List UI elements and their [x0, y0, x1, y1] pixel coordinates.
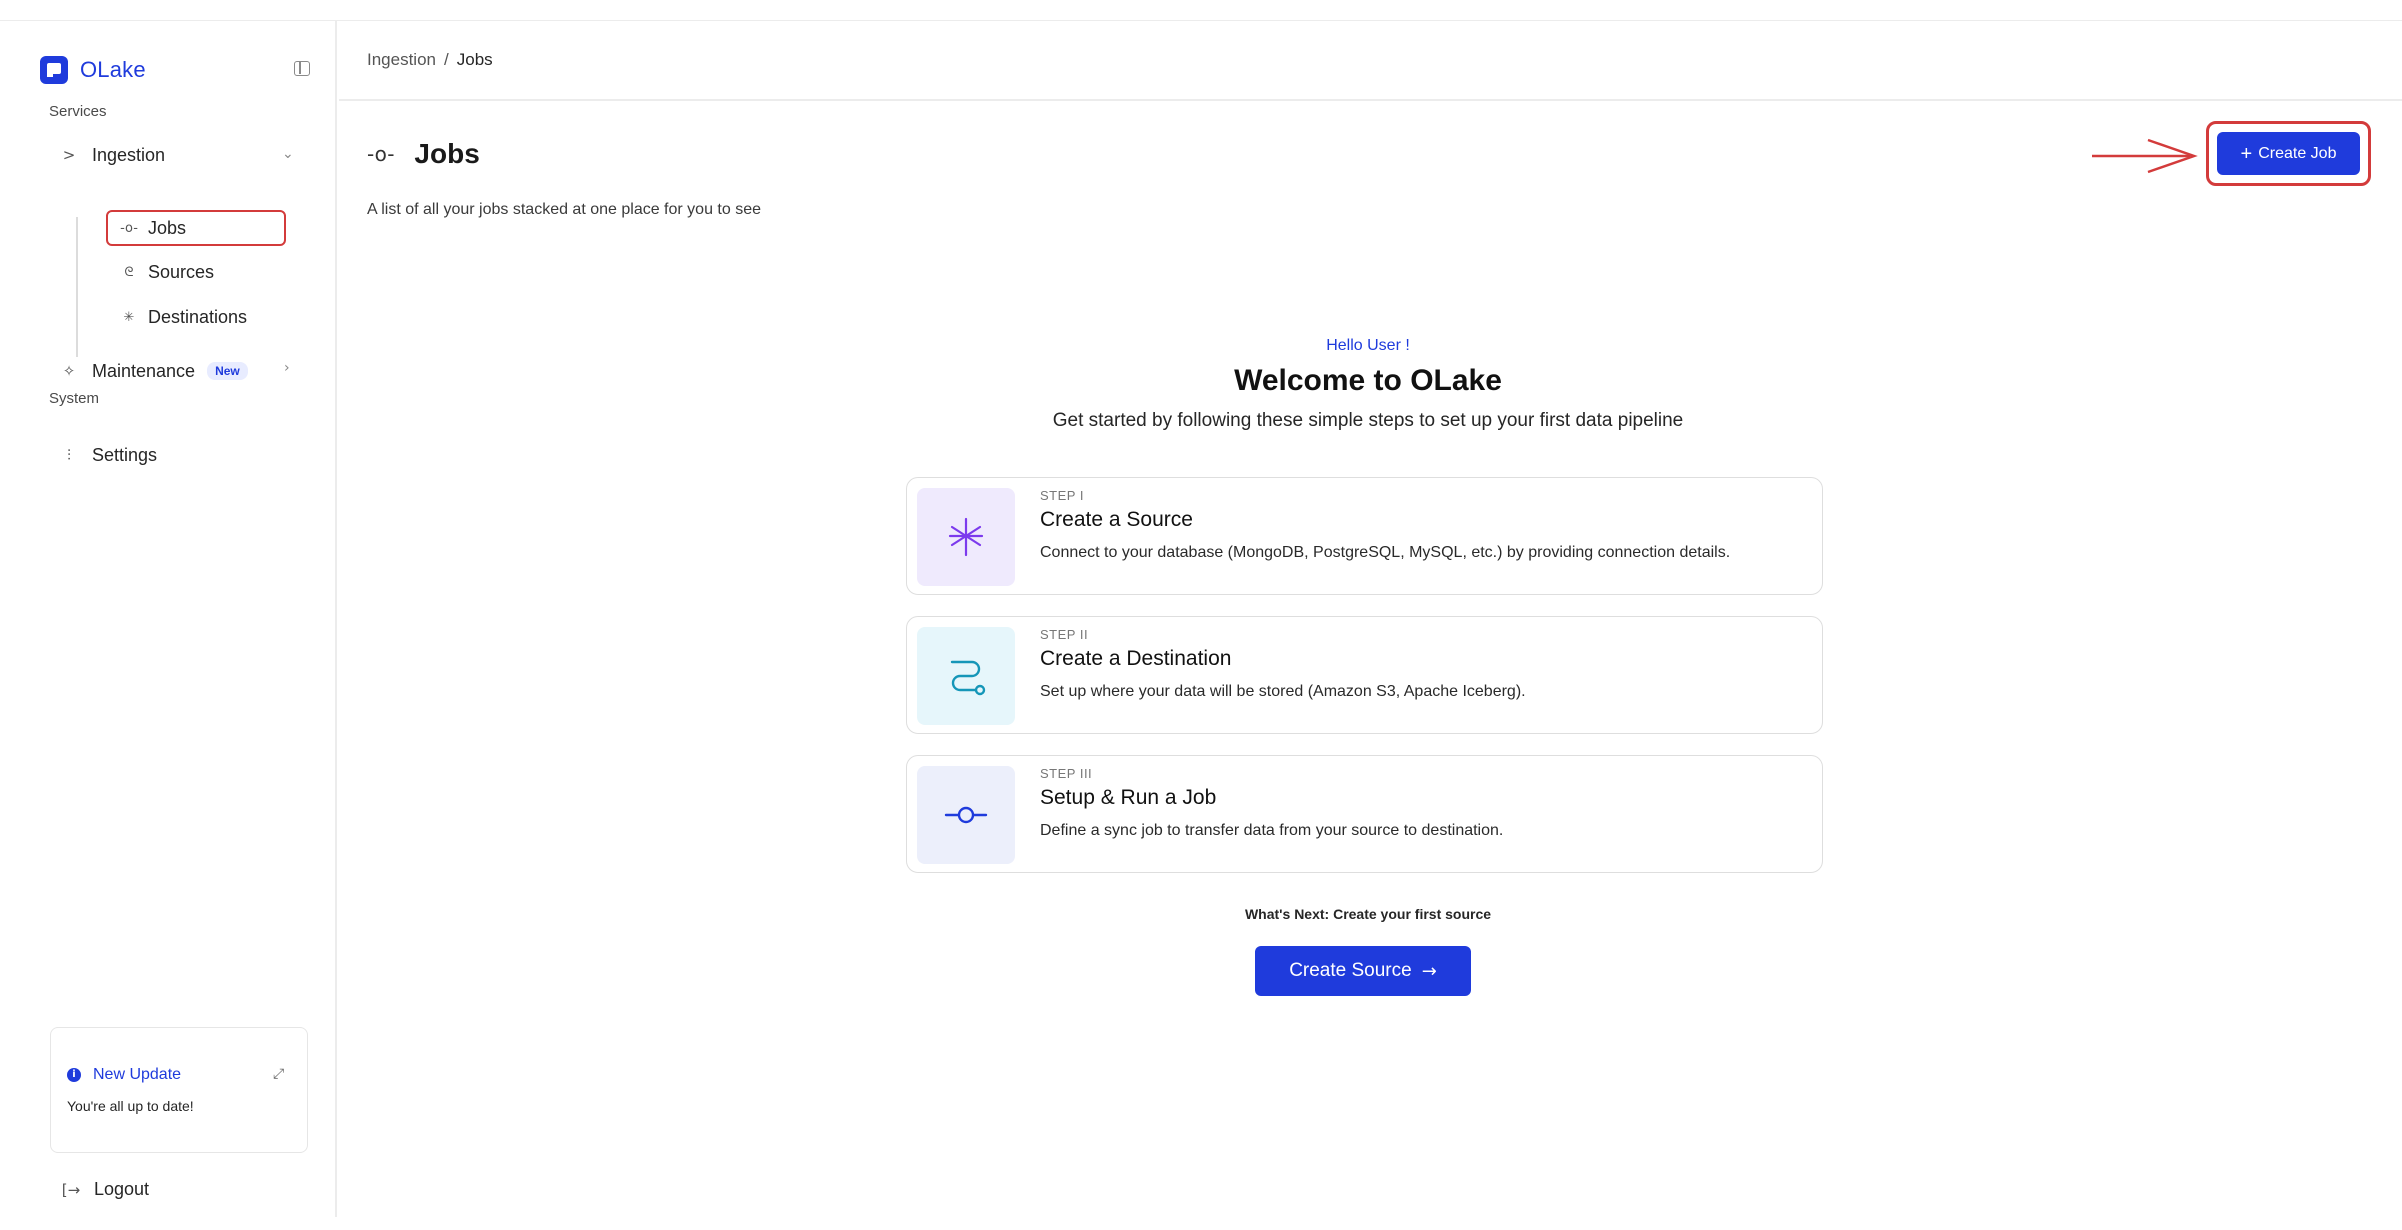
update-title-text: New Update: [93, 1066, 182, 1083]
sidebar-item-sources[interactable]: ᘓ Sources: [120, 254, 214, 290]
annotation-arrow-icon: [2092, 138, 2198, 174]
job-icon: -o-: [120, 220, 138, 236]
sidebar-item-label: Destinations: [148, 306, 248, 327]
step-card-destination[interactable]: STEP II Create a Destination Set up wher…: [906, 616, 1823, 734]
create-source-label: Create Source: [1289, 960, 1412, 981]
step-title: Setup & Run a Job: [1040, 786, 1217, 809]
maintenance-icon: ✧: [62, 362, 76, 380]
step-label: STEP I: [1040, 488, 1084, 503]
breadcrumb: Ingestion / Jobs: [367, 50, 493, 70]
info-icon: i: [67, 1068, 81, 1082]
route-icon: [917, 627, 1015, 725]
step-description: Set up where your data will be stored (A…: [1040, 683, 1526, 700]
destination-icon: ✳: [123, 309, 135, 325]
create-job-highlight: + Create Job: [2206, 121, 2371, 186]
welcome-description: Get started by following these simple st…: [1052, 410, 1684, 431]
next-step-text: What's Next: Create your first source: [1244, 906, 1492, 922]
sidebar-item-label: Jobs: [148, 217, 187, 238]
step-title: Create a Destination: [1040, 647, 1232, 670]
step-label: STEP II: [1040, 627, 1089, 642]
step-card-source[interactable]: STEP I Create a Source Connect to your d…: [906, 477, 1823, 595]
step-description: Define a sync job to transfer data from …: [1040, 822, 1504, 839]
page-title-text: Jobs: [414, 138, 480, 169]
new-badge: New: [207, 362, 248, 380]
update-card: i New Update You're all up to date! ⤢: [50, 1027, 308, 1153]
arrow-right-icon: →: [1421, 960, 1437, 982]
page-title: -o- Jobs: [367, 138, 480, 170]
sidebar-item-ingestion[interactable]: > Ingestion: [58, 139, 165, 171]
step-title: Create a Source: [1040, 508, 1193, 531]
create-job-button[interactable]: + Create Job: [2217, 132, 2360, 175]
breadcrumb-separator: /: [444, 50, 449, 69]
olake-logo-icon: [40, 56, 68, 84]
brand[interactable]: OLake: [40, 55, 146, 85]
subtree-line: [76, 217, 78, 357]
page-subtitle: A list of all your jobs stacked at one p…: [367, 201, 761, 218]
chevron-right-icon[interactable]: ›: [284, 360, 290, 376]
sidebar-item-label: Maintenance: [92, 360, 196, 381]
sidebar-item-label: Ingestion: [92, 144, 166, 165]
spark-icon: [917, 488, 1015, 586]
sidebar: OLake Services > Ingestion ⌄ -o- Jobs ᘓ …: [0, 21, 337, 1217]
update-status-text: You're all up to date!: [67, 1098, 194, 1114]
create-job-label: Create Job: [2258, 144, 2337, 162]
plus-icon: +: [2240, 142, 2253, 165]
section-label-services: Services: [49, 103, 107, 120]
top-border: [0, 20, 2402, 21]
chevron-down-icon[interactable]: ⌄: [282, 146, 294, 162]
commit-icon: [917, 766, 1015, 864]
welcome-title: Welcome to OLake: [1234, 364, 1502, 397]
logout-button[interactable]: [→ Logout: [60, 1179, 149, 1200]
sidebar-toggle-icon[interactable]: [294, 61, 310, 76]
sidebar-item-destinations[interactable]: ✳ Destinations: [120, 299, 248, 335]
sidebar-item-label: Sources: [148, 261, 215, 282]
sliders-icon: ⫶: [67, 446, 71, 464]
logout-label: Logout: [94, 1179, 150, 1199]
sidebar-item-settings[interactable]: ⫶ Settings: [58, 439, 157, 471]
step-description: Connect to your database (MongoDB, Postg…: [1040, 544, 1731, 561]
welcome-greeting: Hello User !: [1326, 337, 1410, 354]
sidebar-item-jobs[interactable]: -o- Jobs: [106, 210, 286, 246]
step-label: STEP III: [1040, 766, 1093, 781]
step-card-job[interactable]: STEP III Setup & Run a Job Define a sync…: [906, 755, 1823, 873]
sidebar-item-label: Settings: [92, 444, 158, 465]
header-divider: [339, 99, 2402, 101]
ingestion-icon: >: [62, 146, 76, 164]
logout-icon: [→: [61, 1180, 81, 1199]
sidebar-item-maintenance[interactable]: ✧ Maintenance New: [58, 355, 248, 387]
section-label-system: System: [49, 390, 100, 407]
source-icon: ᘓ: [124, 264, 134, 280]
expand-icon[interactable]: ⤢: [273, 1066, 284, 1082]
job-icon: -o-: [367, 142, 395, 166]
breadcrumb-current: Jobs: [456, 50, 493, 69]
create-source-button[interactable]: Create Source →: [1255, 946, 1471, 996]
brand-name: OLake: [80, 57, 146, 82]
update-title: i New Update: [67, 1066, 181, 1084]
breadcrumb-parent[interactable]: Ingestion: [367, 50, 436, 69]
